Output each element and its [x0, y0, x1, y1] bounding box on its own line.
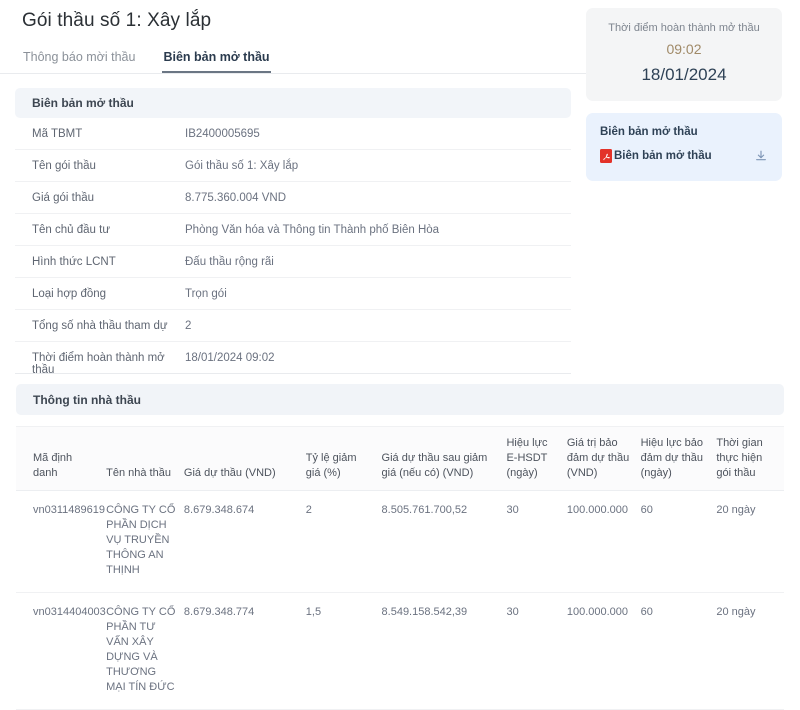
- file-card-title: Biên bản mở thầu: [600, 126, 698, 138]
- sidebar: Thời điểm hoàn thành mở thầu 09:02 18/01…: [586, 8, 782, 181]
- column-header-hieu-luc-bao-dam: Hiệu lực bảo đảm dự thầu (ngày): [640, 426, 717, 491]
- time-card-label: Thời điểm hoàn thành mở thầu: [608, 22, 760, 34]
- column-header-hieu-luc-ehsdt: Hiệu lực E-HSDT (ngày): [506, 426, 567, 491]
- minutes-file-name: Biên bản mở thầu: [614, 150, 712, 162]
- detail-value: 8.775.360.004 VND: [185, 192, 287, 204]
- cell-hieu-luc-ehsdt: 30: [506, 490, 567, 593]
- column-header-thoi-gian-thuc-hien: Thời gian thực hiện gói thầu: [716, 426, 784, 491]
- file-row: Biên bản mở thầu: [600, 149, 768, 163]
- detail-value: Đấu thầu rộng rãi: [185, 256, 274, 268]
- detail-row: Loại hợp đồng Trọn gói: [15, 278, 571, 310]
- cell-ty-le-giam-gia: 1,5: [305, 592, 382, 710]
- detail-row: Hình thức LCNT Đấu thầu rộng rãi: [15, 246, 571, 278]
- cell-ten-nha-thau: CÔNG TY CỔ PHẦN DỊCH VỤ TRUYỀN THÔNG AN …: [106, 490, 184, 593]
- cell-gia-du-thau-sau-giam-gia: 8.549.158.542,39: [381, 592, 507, 710]
- time-card-date: 18/01/2024: [641, 65, 727, 84]
- column-header-ten-nha-thau: Tên nhà thầu: [106, 426, 184, 491]
- cell-thoi-gian-thuc-hien: 20 ngày: [716, 592, 784, 710]
- column-header-gia-du-thau-sau-giam-gia: Giá dự thầu sau giảm giá (nếu có) (VND): [381, 426, 507, 491]
- minutes-file-link[interactable]: Biên bản mở thầu: [600, 149, 712, 163]
- bid-opening-minutes-page: Gói thầu số 1: Xây lắp Thông báo mời thầ…: [0, 0, 800, 710]
- bidders-panel-heading: Thông tin nhà thầu: [16, 384, 784, 415]
- cell-hieu-luc-ehsdt: 30: [506, 592, 567, 710]
- detail-row: Thời điểm hoàn thành mở thầu 18/01/2024 …: [15, 342, 571, 376]
- cell-ten-nha-thau: CÔNG TY CỔ PHẦN TƯ VẤN XÂY DỰNG VÀ THƯƠN…: [106, 592, 184, 710]
- bidders-section: Thông tin nhà thầu Mã định danh Tên nhà …: [0, 384, 800, 710]
- detail-row: Giá gói thầu 8.775.360.004 VND: [15, 182, 571, 214]
- pdf-file-icon: [600, 149, 612, 163]
- cell-ma-dinh-danh: vn0314404003: [16, 592, 107, 710]
- cell-ty-le-giam-gia: 2: [305, 490, 382, 593]
- cell-thoi-gian-thuc-hien: 20 ngày: [716, 490, 784, 593]
- table-row: vn0314404003 CÔNG TY CỔ PHẦN TƯ VẤN XÂY …: [16, 592, 784, 710]
- column-header-gia-du-thau: Giá dự thầu (VND): [183, 426, 306, 491]
- detail-label: Tên chủ đầu tư: [32, 224, 111, 236]
- minutes-panel-heading: Biên bản mở thầu: [15, 88, 571, 118]
- detail-value: Trọn gói: [185, 288, 227, 300]
- detail-row: Tên gói thầu Gói thầu số 1: Xây lắp: [15, 150, 571, 182]
- detail-label: Loại hợp đồng: [32, 288, 107, 300]
- cell-gia-du-thau: 8.679.348.774: [183, 592, 306, 710]
- detail-value: 2: [185, 320, 192, 332]
- download-icon[interactable]: [754, 149, 768, 163]
- detail-value: 18/01/2024 09:02: [185, 352, 275, 364]
- detail-row: Tên chủ đầu tư Phòng Văn hóa và Thông ti…: [15, 214, 571, 246]
- detail-row: Mã TBMT IB2400005695: [15, 118, 571, 150]
- detail-label: Hình thức LCNT: [32, 256, 116, 268]
- opening-completion-time-card: Thời điểm hoàn thành mở thầu 09:02 18/01…: [586, 8, 782, 101]
- table-row: vn0311489619 CÔNG TY CỔ PHẦN DỊCH VỤ TRU…: [16, 490, 784, 593]
- column-header-gia-tri-bao-dam: Giá trị bảo đảm dự thầu (VND): [566, 426, 641, 491]
- detail-label: Tổng số nhà thầu tham dự: [32, 320, 168, 332]
- cell-gia-du-thau: 8.679.348.674: [183, 490, 306, 593]
- detail-row: Tổng số nhà thầu tham dự 2: [15, 310, 571, 342]
- detail-value: IB2400005695: [185, 128, 260, 140]
- detail-value: Gói thầu số 1: Xây lắp: [185, 160, 299, 172]
- minutes-detail-list: Mã TBMT IB2400005695 Tên gói thầu Gói th…: [15, 118, 571, 376]
- cell-gia-tri-bao-dam: 100.000.000: [566, 490, 641, 593]
- cell-gia-tri-bao-dam: 100.000.000: [566, 592, 641, 710]
- cell-hieu-luc-bao-dam: 60: [640, 592, 717, 710]
- tab-thong-bao-moi-thau[interactable]: Thông báo mời thầu: [22, 46, 136, 73]
- tab-bar: Thông báo mời thầu Biên bản mở thầu: [0, 46, 586, 74]
- column-header-ty-le-giam-gia: Tỷ lệ giảm giá (%): [305, 426, 382, 491]
- detail-label: Tên gói thầu: [32, 160, 96, 172]
- cell-ma-dinh-danh: vn0311489619: [16, 490, 107, 593]
- bidders-table: Mã định danh Tên nhà thầu Giá dự thầu (V…: [16, 426, 784, 710]
- cell-gia-du-thau-sau-giam-gia: 8.505.761.700,52: [381, 490, 507, 593]
- column-header-ma-dinh-danh: Mã định danh: [16, 426, 107, 491]
- main-content: Gói thầu số 1: Xây lắp Thông báo mời thầ…: [0, 0, 586, 376]
- minutes-file-card: Biên bản mở thầu Biên bản mở thầu: [586, 113, 782, 181]
- detail-value: Phòng Văn hóa và Thông tin Thành phố Biê…: [185, 224, 440, 236]
- time-card-time: 09:02: [666, 41, 702, 57]
- detail-label: Giá gói thầu: [32, 192, 95, 204]
- tab-bien-ban-mo-thau[interactable]: Biên bản mở thầu: [162, 46, 270, 73]
- detail-label: Thời điểm hoàn thành mở thầu: [32, 352, 165, 376]
- cell-hieu-luc-bao-dam: 60: [640, 490, 717, 593]
- table-header-row: Mã định danh Tên nhà thầu Giá dự thầu (V…: [16, 426, 784, 491]
- page-title: Gói thầu số 1: Xây lắp: [22, 10, 212, 31]
- detail-label: Mã TBMT: [32, 128, 83, 140]
